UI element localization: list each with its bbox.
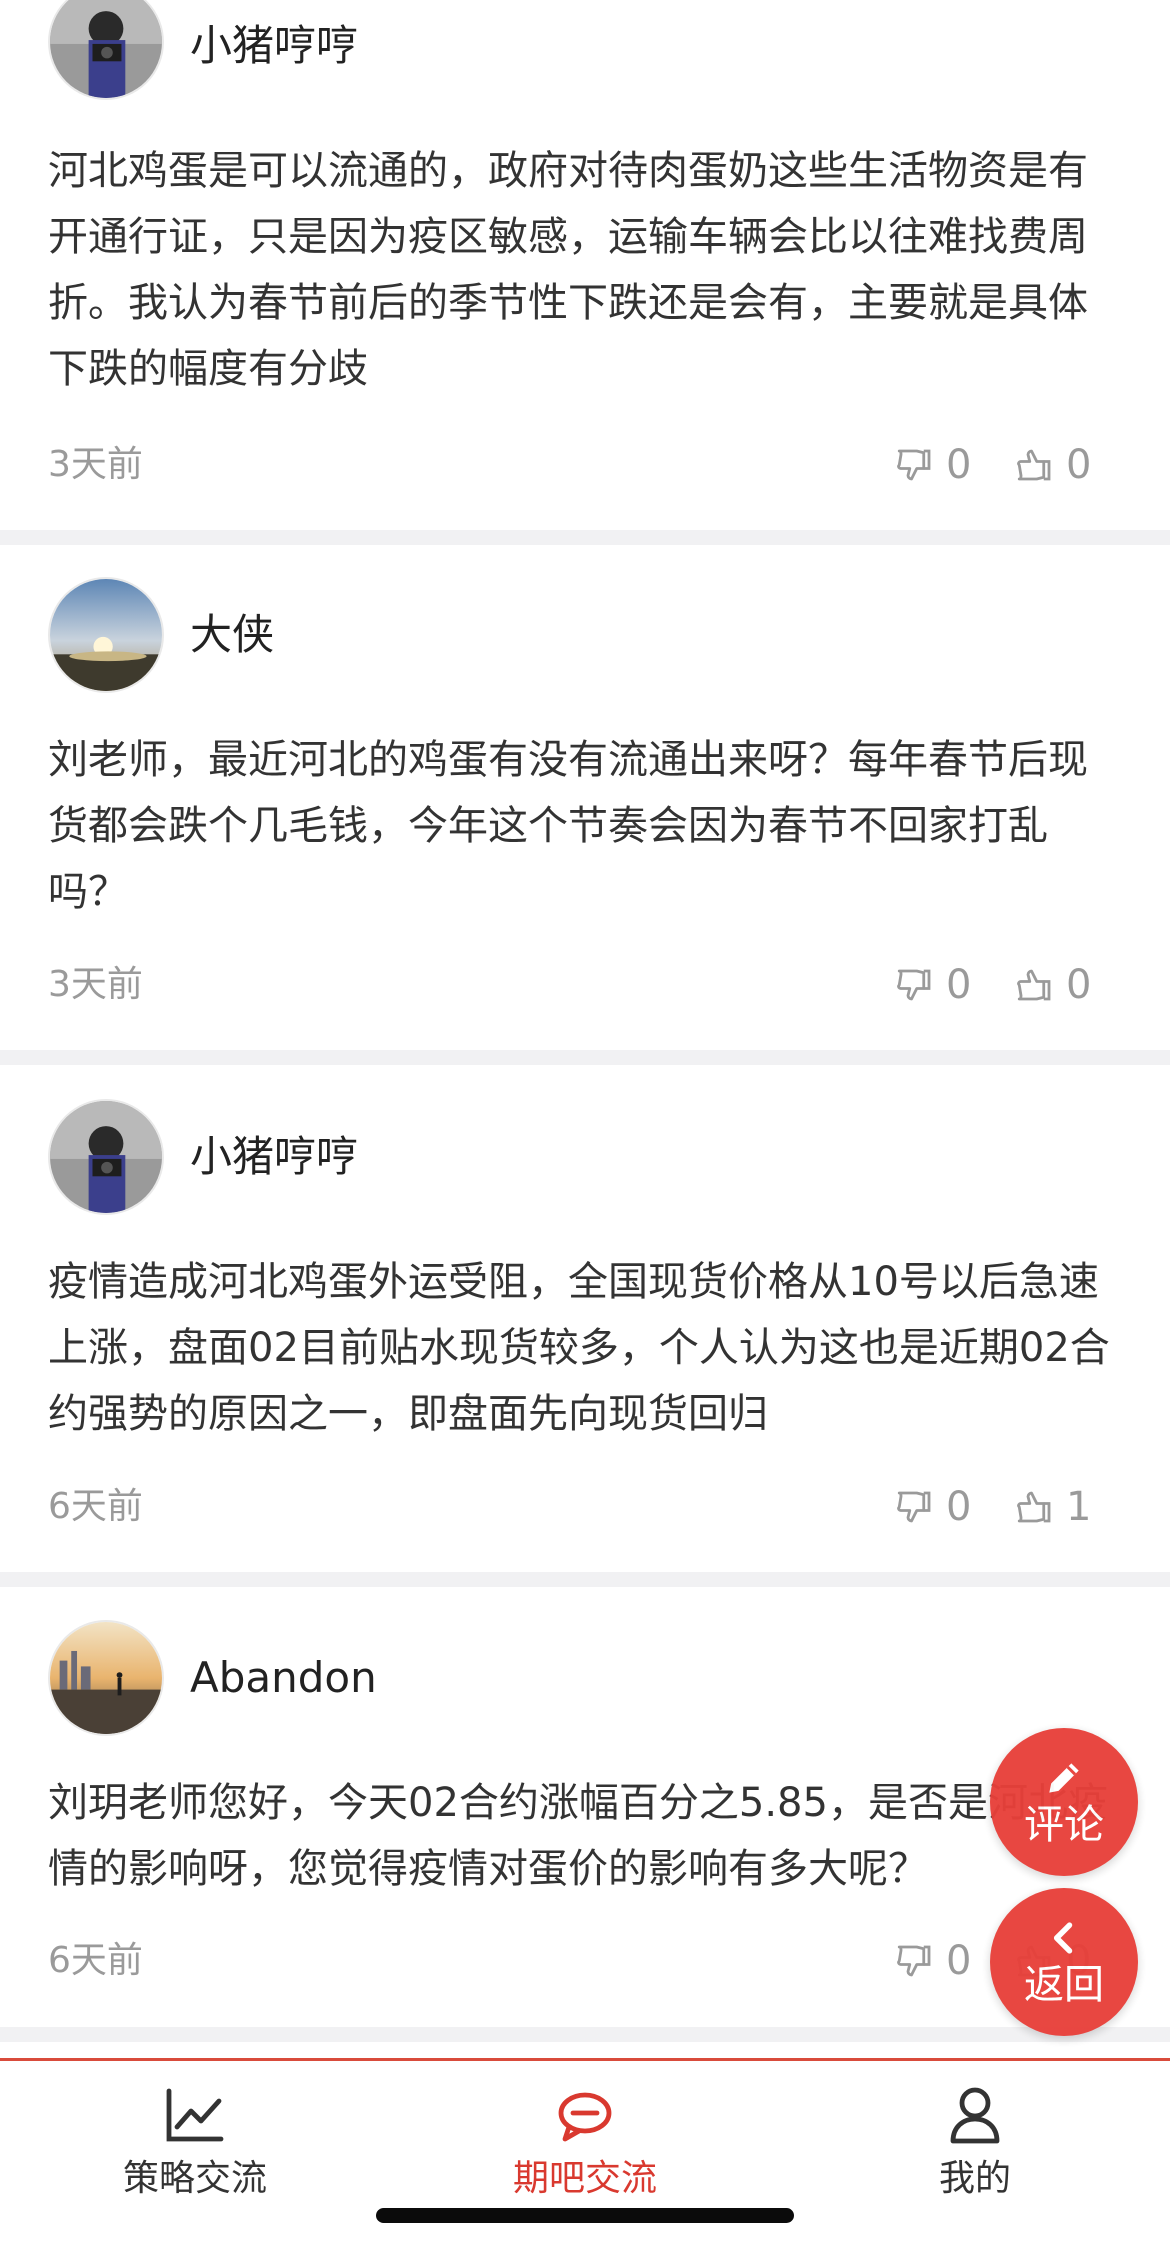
dislike-button[interactable]: 0	[894, 440, 971, 490]
like-count: 0	[1066, 962, 1092, 1008]
home-indicator[interactable]	[376, 2208, 794, 2223]
avatar[interactable]	[48, 577, 164, 693]
comment-fab-button[interactable]: 评论	[990, 1728, 1138, 1876]
comment-fab-label: 评论	[1024, 1802, 1104, 1848]
dislike-button[interactable]: 0	[894, 960, 971, 1010]
tab-futures-bar-exchange[interactable]: 期吧交流	[445, 2085, 725, 2201]
thumbs-down-icon	[897, 449, 931, 481]
avatar[interactable]	[48, 1099, 164, 1215]
tab-label: 策略交流	[122, 2158, 267, 2199]
chat-bubble-icon	[558, 2092, 612, 2142]
username[interactable]: 小猪哼哼	[190, 1129, 358, 1185]
like-button[interactable]: 0	[1014, 960, 1091, 1010]
timestamp: 3天前	[48, 444, 143, 485]
city-sunset-avatar-icon	[50, 1622, 162, 1734]
thumbs-up-icon	[1017, 449, 1051, 481]
dislike-count: 0	[946, 1484, 972, 1530]
timestamp: 6天前	[48, 1940, 143, 1981]
comment-card: 大侠 刘老师，最近河北的鸡蛋有没有流通出来呀？每年春节后现货都会跌个几毛钱，今年…	[0, 545, 1170, 1050]
thumbs-down-icon	[897, 1491, 931, 1523]
dislike-count: 0	[946, 1938, 972, 1984]
comment-card: 小猪哼哼 河北鸡蛋是可以流通的，政府对待肉蛋奶这些生活物资是有开通行证，只是因为…	[0, 0, 1170, 530]
comment-text: 刘玥老师您好，今天02合约涨幅百分之5.85，是否是河北疫情的影响呀，您觉得疫情…	[48, 1780, 1108, 1892]
timestamp: 3天前	[48, 964, 143, 1005]
like-button[interactable]: 0	[1014, 440, 1091, 490]
username[interactable]: 小猪哼哼	[190, 18, 358, 74]
comment-card: 小猪哼哼 疫情造成河北鸡蛋外运受阻，全国现货价格从10号以后急速上涨，盘面02目…	[0, 1065, 1170, 1572]
divider	[0, 1572, 1170, 1587]
pencil-icon	[1049, 1763, 1079, 1793]
thumbs-up-icon	[1017, 969, 1051, 1001]
chevron-left-icon	[1053, 1922, 1073, 1954]
dislike-count: 0	[946, 442, 972, 488]
timestamp: 6天前	[48, 1486, 143, 1527]
comment-feed[interactable]: 小猪哼哼 河北鸡蛋是可以流通的，政府对待肉蛋奶这些生活物资是有开通行证，只是因为…	[0, 0, 1170, 2058]
dislike-count: 0	[946, 962, 972, 1008]
photographer-avatar-icon	[50, 1101, 162, 1213]
like-count: 0	[1066, 442, 1092, 488]
tab-strategy-exchange[interactable]: 策略交流	[55, 2085, 335, 2201]
thumbs-up-icon	[1017, 1491, 1051, 1523]
avatar[interactable]	[48, 1620, 164, 1736]
dislike-button[interactable]: 0	[894, 1482, 971, 1532]
trend-chart-icon	[166, 2088, 224, 2142]
like-button[interactable]: 1	[1014, 1482, 1091, 1532]
tab-label: 期吧交流	[512, 2158, 657, 2199]
divider	[0, 1050, 1170, 1065]
username[interactable]: Abandon	[190, 1650, 377, 1706]
comment-text: 疫情造成河北鸡蛋外运受阻，全国现货价格从10号以后急速上涨，盘面02目前贴水现货…	[48, 1259, 1110, 1437]
back-fab-button[interactable]: 返回	[990, 1888, 1138, 2036]
username[interactable]: 大侠	[190, 607, 274, 663]
sunset-landscape-avatar-icon	[50, 579, 162, 691]
comment-text: 刘老师，最近河北的鸡蛋有没有流通出来呀？每年春节后现货都会跌个几毛钱，今年这个节…	[48, 737, 1088, 915]
photographer-avatar-icon	[50, 0, 162, 98]
divider	[0, 2027, 1170, 2042]
tab-label: 我的	[938, 2158, 1011, 2199]
tab-mine[interactable]: 我的	[835, 2085, 1115, 2201]
dislike-button[interactable]: 0	[894, 1936, 971, 1986]
avatar[interactable]	[48, 0, 164, 100]
comment-text: 河北鸡蛋是可以流通的，政府对待肉蛋奶这些生活物资是有开通行证，只是因为疫区敏感，…	[48, 148, 1088, 392]
thumbs-down-icon	[897, 969, 931, 1001]
user-icon	[950, 2087, 1000, 2144]
thumbs-down-icon	[897, 1945, 931, 1977]
divider	[0, 530, 1170, 545]
like-count: 1	[1066, 1484, 1092, 1530]
back-fab-label: 返回	[1024, 1962, 1104, 2008]
